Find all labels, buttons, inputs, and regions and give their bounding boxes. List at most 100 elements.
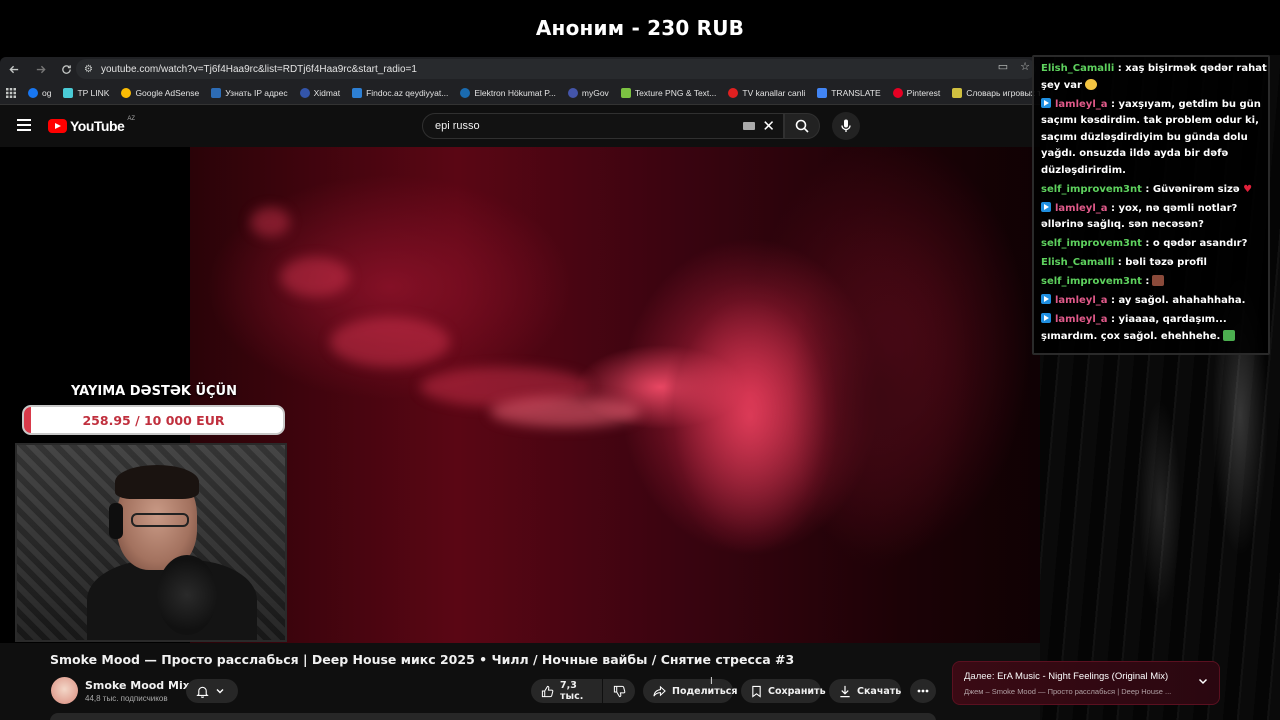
bookmark-favicon <box>892 87 903 98</box>
chat-username[interactable]: lamleyl_a <box>1055 314 1108 325</box>
bookmark-star-icon[interactable]: ☆ <box>1020 60 1030 73</box>
bookmark-item[interactable]: Google AdSense <box>121 87 199 98</box>
search-button[interactable] <box>784 113 820 139</box>
dislike-button[interactable] <box>603 679 635 703</box>
address-bar-row: ⚙ youtube.com/watch?v=Tj6f4Haa9rc&list=R… <box>0 57 1040 81</box>
apps-icon[interactable] <box>6 87 16 98</box>
donation-text: Аноним - 230 RUB <box>535 15 745 40</box>
prime-badge-icon <box>1041 294 1051 304</box>
emote-icon <box>1152 275 1165 286</box>
save-bookmark-icon <box>752 685 761 698</box>
bookmark-favicon <box>63 87 74 98</box>
streamer-webcam <box>15 443 287 642</box>
chat-text: : <box>1145 276 1150 287</box>
like-count: 7,3 тыс. <box>560 680 584 702</box>
next-up-label: Далее: <box>964 671 995 682</box>
thumbs-up-icon <box>541 685 554 697</box>
more-actions-button[interactable] <box>910 679 936 703</box>
thumbs-down-icon <box>613 685 625 697</box>
bell-icon <box>196 686 209 698</box>
save-button[interactable]: Сохранить <box>741 679 826 703</box>
bookmark-item[interactable]: Pinterest <box>892 87 940 98</box>
video-title: Smoke Mood — Просто расслабься | Deep Ho… <box>50 652 795 667</box>
prime-badge-icon <box>1041 201 1051 212</box>
back-icon[interactable] <box>2 57 26 81</box>
url-text: youtube.com/watch?v=Tj6f4Haa9rc&list=RDT… <box>100 63 417 75</box>
chat-username[interactable]: lamleyl_a <box>1055 295 1108 306</box>
country-code: AZ <box>127 116 135 122</box>
more-horizontal-icon <box>917 689 929 693</box>
youtube-wordmark: YouTube <box>70 118 125 134</box>
donation-alert: Аноним - 230 RUB <box>0 0 1280 55</box>
download-button[interactable]: Скачать <box>829 679 901 703</box>
emote-icon <box>1084 78 1097 90</box>
bookmark-favicon <box>620 87 631 98</box>
bookmark-item[interactable]: TV kanallar canli <box>728 87 805 98</box>
chat-messages: Elish_Camalli : xaş bişirmək qədər rahat… <box>1041 61 1267 348</box>
bookmark-item[interactable]: TP LINK <box>63 87 109 98</box>
bookmark-item[interactable]: Texture PNG & Text... <box>620 87 716 98</box>
bookmark-favicon <box>460 87 471 98</box>
chat-message: self_improvem3nt : Güvənirəm sizə ♥ <box>1041 182 1267 199</box>
bookmark-item[interactable]: Xidmat <box>299 87 340 98</box>
keyboard-icon[interactable] <box>743 122 755 130</box>
bookmark-item[interactable]: og <box>28 87 51 98</box>
chat-message: Elish_Camalli : xaş bişirmək qədər rahat… <box>1041 61 1267 94</box>
bookmark-item[interactable]: Узнать IP адрес <box>211 87 288 98</box>
bookmark-item[interactable]: Elektron Hökumat P... <box>460 87 556 98</box>
chat-username[interactable]: self_improvem3nt <box>1041 276 1142 287</box>
chat-message: lamleyl_a : yiaaaa, qardaşım... şımardım… <box>1041 312 1267 345</box>
chat-username[interactable]: Elish_Camalli <box>1041 257 1114 268</box>
site-info-icon[interactable]: ⚙ <box>84 64 93 75</box>
chat-username[interactable]: lamleyl_a <box>1055 99 1108 110</box>
notifications-button[interactable] <box>186 679 238 703</box>
share-button[interactable]: Поделиться <box>643 679 737 703</box>
forward-icon[interactable] <box>28 57 52 81</box>
bookmark-favicon <box>728 87 739 98</box>
bookmark-item[interactable]: myGov <box>567 87 609 98</box>
channel-avatar[interactable] <box>51 677 78 704</box>
chat-message: self_improvem3nt : <box>1041 274 1267 291</box>
share-label: Поделиться <box>672 685 738 697</box>
voice-search-button[interactable] <box>832 112 860 140</box>
chat-text: : o qədər asandır? <box>1145 238 1248 249</box>
chat-message: lamleyl_a : yox, nə qəmli notlar? əlləri… <box>1041 201 1267 234</box>
youtube-logo[interactable]: YouTube AZ <box>48 116 135 134</box>
like-button[interactable]: 7,3 тыс. <box>531 679 602 703</box>
next-up-line: Далее: ErA Music - Night Feelings (Origi… <box>964 671 1168 682</box>
chat-username[interactable]: Elish_Camalli <box>1041 63 1114 74</box>
bookmark-favicon <box>352 87 363 98</box>
chat-message: self_improvem3nt : o qədər asandır? <box>1041 236 1267 253</box>
donation-goal-bar: 258.95 / 10 000 EUR <box>22 405 285 435</box>
prime-badge-icon <box>1041 97 1051 108</box>
search-query: epi russo <box>435 120 480 132</box>
chat-username[interactable]: lamleyl_a <box>1055 203 1108 214</box>
next-up-card[interactable]: Далее: ErA Music - Night Feelings (Origi… <box>952 661 1220 705</box>
channel-name[interactable]: Smoke Mood Mix <box>85 679 190 692</box>
youtube-play-icon <box>48 119 67 133</box>
description-box[interactable] <box>50 713 936 720</box>
bookmark-item[interactable]: Словарь игровых т... <box>952 87 1040 98</box>
bookmarks-bar: og TP LINK Google AdSense Узнать IP адре… <box>0 81 1040 105</box>
microphone-foam <box>157 555 217 635</box>
install-icon[interactable]: ▭ <box>998 60 1008 73</box>
reload-icon[interactable] <box>54 57 78 81</box>
clear-search-icon[interactable]: ✕ <box>762 117 775 135</box>
chat-text: : yaxşıyam, getdim bu gün saçımı kəsdird… <box>1041 98 1261 176</box>
chat-username[interactable]: self_improvem3nt <box>1041 238 1142 249</box>
download-icon <box>840 685 850 697</box>
url-field[interactable]: ⚙ youtube.com/watch?v=Tj6f4Haa9rc&list=R… <box>76 59 1036 79</box>
bookmark-favicon <box>817 87 828 98</box>
chat-text: : bəli təzə profil <box>1117 257 1207 268</box>
bookmark-favicon <box>952 87 963 98</box>
text-cursor-icon: I <box>710 676 713 687</box>
bookmark-item[interactable]: TRANSLATE <box>817 87 881 98</box>
bookmark-favicon <box>121 87 132 98</box>
bookmark-item[interactable]: Findoc.az qeydiyyat... <box>352 87 448 98</box>
chat-username[interactable]: self_improvem3nt <box>1041 184 1142 195</box>
chevron-down-icon <box>216 689 224 694</box>
search-input[interactable]: epi russo ✕ <box>422 113 784 139</box>
chat-message: Elish_Camalli : bəli təzə profil <box>1041 255 1267 272</box>
menu-icon[interactable] <box>17 119 31 131</box>
bookmark-favicon <box>211 87 222 98</box>
